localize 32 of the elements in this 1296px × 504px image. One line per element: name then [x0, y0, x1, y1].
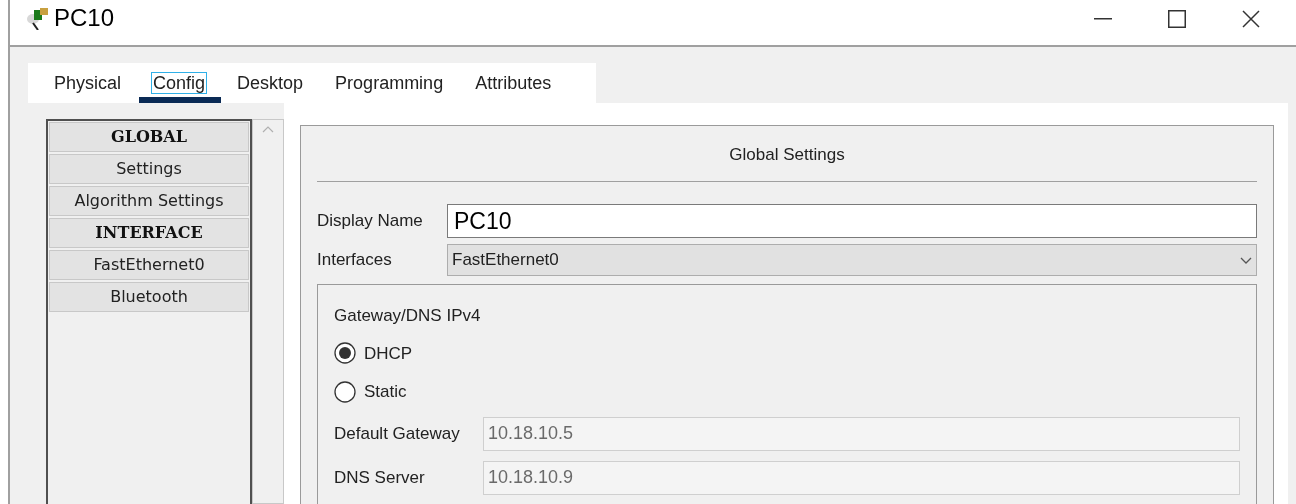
tab[interactable]: Attributes: [459, 62, 568, 103]
tab[interactable]: Config: [137, 62, 222, 103]
radio-option[interactable]: Static: [334, 379, 407, 405]
sidebar-item[interactable]: Settings: [49, 153, 249, 184]
pc-icon: [24, 6, 50, 31]
input-field[interactable]: 10.18.10.9: [483, 460, 1240, 495]
sidebar-item[interactable]: FastEthernet0: [49, 249, 249, 280]
close-icon[interactable]: [1242, 10, 1260, 29]
display-name-field[interactable]: PC10: [447, 204, 1257, 238]
radio-option[interactable]: DHCP: [334, 340, 413, 366]
scrollbar[interactable]: [252, 118, 284, 504]
interfaces-dropdown[interactable]: FastEthernet0: [447, 244, 1257, 276]
field-label: DNS Server: [334, 466, 426, 489]
section-header[interactable]: GLOBAL: [49, 121, 249, 152]
radio-button-icon[interactable]: [334, 380, 356, 403]
dropdown-caret-icon: [1240, 256, 1252, 264]
field-label: Display Name: [317, 210, 424, 233]
tab[interactable]: Programming: [319, 62, 460, 103]
input-field[interactable]: 10.18.10.5: [483, 416, 1240, 451]
sidebar-item[interactable]: Algorithm Settings: [49, 185, 249, 216]
field-label: Default Gateway: [334, 422, 461, 445]
window-title: PC10: [54, 3, 115, 34]
panel-title: Global Settings: [317, 141, 1257, 182]
section-header[interactable]: INTERFACE: [49, 217, 249, 248]
maximize-icon[interactable]: [1168, 10, 1186, 29]
minimize-icon[interactable]: [1094, 18, 1112, 21]
field-label: Interfaces: [317, 249, 393, 272]
tab[interactable]: Physical: [38, 62, 138, 103]
tab[interactable]: Desktop: [221, 62, 320, 103]
group-title: Gateway/DNS IPv4: [334, 305, 482, 327]
sidebar-item[interactable]: Bluetooth: [49, 281, 249, 312]
radio-button-icon[interactable]: [334, 342, 356, 365]
